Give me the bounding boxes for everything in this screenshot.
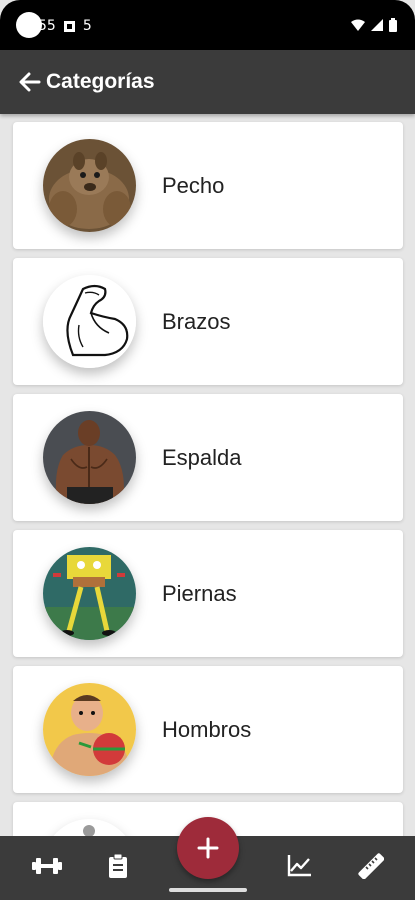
category-image-brazos bbox=[43, 275, 136, 368]
dumbbell-icon bbox=[32, 858, 62, 874]
wifi-icon bbox=[351, 19, 365, 31]
battery-icon bbox=[389, 18, 397, 32]
category-label: Pecho bbox=[162, 172, 225, 198]
add-button[interactable] bbox=[177, 817, 239, 879]
category-list[interactable]: Pecho Brazos Espalda Piernas Hombros bbox=[0, 114, 415, 836]
category-image-pecho bbox=[43, 139, 136, 232]
arrow-left-icon bbox=[19, 72, 41, 92]
signal-icon bbox=[371, 19, 383, 31]
nav-measure-button[interactable] bbox=[351, 846, 391, 886]
add-icon bbox=[197, 837, 219, 859]
category-label: Espalda bbox=[162, 444, 242, 470]
category-card-hombros[interactable]: Hombros bbox=[13, 666, 403, 793]
category-card-brazos[interactable]: Brazos bbox=[13, 258, 403, 385]
ruler-icon bbox=[358, 853, 384, 879]
nav-workouts-button[interactable] bbox=[27, 846, 67, 886]
nav-routines-button[interactable] bbox=[98, 846, 138, 886]
category-image-piernas bbox=[43, 547, 136, 640]
category-image-hombros bbox=[43, 683, 136, 776]
status-extra: 5 bbox=[82, 18, 92, 34]
category-card-piernas[interactable]: Piernas bbox=[13, 530, 403, 657]
status-left: 55 5 bbox=[38, 18, 92, 34]
status-bar: 55 5 bbox=[0, 0, 415, 50]
home-indicator[interactable] bbox=[169, 888, 247, 892]
clipboard-icon bbox=[109, 854, 127, 878]
category-image-partial bbox=[43, 819, 136, 836]
status-time: 55 bbox=[38, 18, 56, 34]
category-image-espalda bbox=[43, 411, 136, 504]
back-button[interactable] bbox=[10, 62, 50, 102]
page-title: Categorías bbox=[46, 70, 155, 93]
chart-line-icon bbox=[287, 855, 311, 877]
category-card-espalda[interactable]: Espalda bbox=[13, 394, 403, 521]
status-right bbox=[351, 17, 397, 33]
app-bar: Categorías bbox=[0, 50, 415, 114]
notification-icon bbox=[63, 20, 75, 32]
nav-stats-button[interactable] bbox=[279, 846, 319, 886]
category-label: Hombros bbox=[162, 716, 252, 742]
category-label: Brazos bbox=[162, 308, 231, 334]
category-label: Piernas bbox=[162, 580, 237, 606]
category-card-pecho[interactable]: Pecho bbox=[13, 122, 403, 249]
